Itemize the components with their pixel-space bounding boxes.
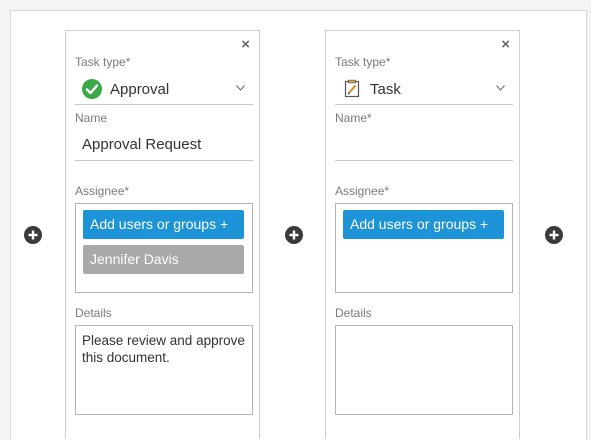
name-input[interactable] bbox=[335, 131, 513, 161]
chevron-down-icon bbox=[236, 85, 245, 91]
add-step-icon[interactable] bbox=[285, 226, 303, 244]
add-users-button[interactable]: Add users or groups + bbox=[83, 210, 244, 239]
task-type-label: Task type* bbox=[335, 55, 391, 69]
task-type-label: Task type* bbox=[75, 55, 131, 69]
check-circle-icon bbox=[82, 79, 102, 99]
add-step-icon[interactable] bbox=[545, 226, 563, 244]
details-label: Details bbox=[335, 306, 372, 320]
task-card-approval: × Task type* Approval Name Approval Requ… bbox=[65, 30, 260, 439]
assignee-box[interactable]: Add users or groups + bbox=[335, 203, 513, 293]
task-type-value: Task bbox=[370, 81, 401, 98]
details-textarea[interactable]: Please review and approve this document. bbox=[75, 325, 253, 415]
assignee-chip[interactable]: Jennifer Davis bbox=[83, 245, 244, 274]
assignee-label: Assignee* bbox=[75, 184, 130, 198]
chevron-down-icon bbox=[496, 85, 505, 91]
name-input[interactable]: Approval Request bbox=[75, 131, 253, 161]
add-users-button[interactable]: Add users or groups + bbox=[343, 210, 504, 239]
task-note-icon bbox=[344, 79, 360, 98]
add-step-icon[interactable] bbox=[24, 226, 42, 244]
details-textarea[interactable] bbox=[335, 325, 513, 415]
task-card-task: × Task type* Task Name* Assignee* Add us… bbox=[325, 30, 520, 439]
details-label: Details bbox=[75, 306, 112, 320]
name-label: Name bbox=[75, 111, 108, 125]
close-icon[interactable]: × bbox=[241, 36, 250, 54]
assignee-box[interactable]: Add users or groups + Jennifer Davis bbox=[75, 203, 253, 293]
task-type-select[interactable]: Approval bbox=[75, 75, 253, 105]
close-icon[interactable]: × bbox=[501, 36, 510, 54]
name-label: Name* bbox=[335, 111, 372, 125]
task-type-select[interactable]: Task bbox=[335, 75, 513, 105]
task-type-value: Approval bbox=[110, 81, 170, 98]
assignee-label: Assignee* bbox=[335, 184, 390, 198]
